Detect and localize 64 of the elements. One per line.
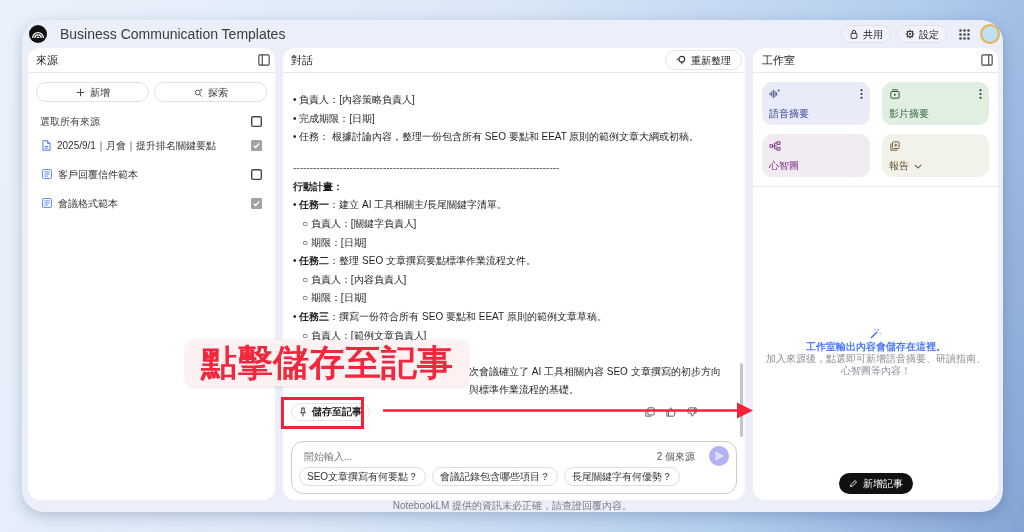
pin-icon [299,406,307,417]
tool-card[interactable]: 影片摘要 [881,82,989,125]
thumbs-down-icon[interactable] [687,406,697,417]
callout-label: 點擊儲存至記事 [186,340,468,386]
bullet-item: • 任務一：建立 AI 工具相關主/長尾關鍵字清單。 [293,198,508,213]
audio-wave-icon [769,89,781,99]
panel-title: 來源 [36,52,58,68]
send-icon [714,451,724,461]
grid-icon[interactable] [959,28,970,40]
checkbox[interactable] [251,115,262,127]
source-count: 2 個來源 [656,449,695,464]
sub-bullet-item: ○ 期限：[日期] [302,235,367,250]
empty-state-title: 工作室輸出內容會儲存在這裡。 [805,341,946,353]
tool-card[interactable]: 心智圖 [762,134,870,177]
sidebar-toggle-icon[interactable] [981,54,993,66]
gear-icon [905,29,915,39]
more-icon[interactable] [859,89,863,99]
ring-icon [676,55,686,65]
plus-icon [75,87,85,97]
source-title[interactable]: 2025/9/1｜月會｜提升排名關鍵要點 [57,137,216,153]
chevron-down-icon[interactable] [913,163,922,169]
notebook-title: Business Communication Templates [60,24,286,44]
bullet-item: • 負責人：[內容策略負責人] [293,93,415,107]
disclaimer-text: NotebookLM 提供的資訊未必正確，請查證回覆內容。 [392,500,633,512]
empty-state-hint: 加入來源後，點選即可新增語音摘要、研讀指南、心智圖等內容！ [764,353,987,377]
pencil-icon [848,479,858,488]
lock-icon [849,29,859,39]
bullet-item: • 任務： 根據討論內容，整理一份包含所有 SEO 要點和 EEAT 原則的範例文章大綱或初稿。 [293,130,700,145]
thumbs-up-icon[interactable] [666,406,676,417]
panel-title: 工作室 [762,52,795,68]
section-heading: 行動計畫： [293,179,343,194]
checkbox[interactable] [251,197,262,209]
paragraph-text: 次會議確立了 AI 工具相關內容 SEO 文章撰寫的初步方向與標準作業流程的基礎。 [469,364,722,398]
bullet-item: • 任務二：整理 SEO 文章撰寫要點標準作業流程文件。 [293,254,536,269]
checkbox[interactable] [251,168,262,180]
more-icon[interactable] [979,89,982,99]
source-title[interactable]: 客戶回覆信件範本 [58,166,138,182]
video-icon [888,89,901,99]
source-title[interactable]: 會議格式範本 [58,195,118,211]
text-lines-icon [42,198,52,208]
select-all-label[interactable]: 選取所有來源 [40,113,100,129]
bullet-item: • 完成期限：[日期] [293,111,375,126]
message-input[interactable]: 開始輸入... [299,448,657,464]
settings-button[interactable]: 設定 [897,25,947,43]
sub-bullet-item: ○ 負責人：[內容負責人] [302,272,407,287]
tool-card[interactable]: 語音摘要 [762,82,870,125]
tool-card[interactable]: 報告 [881,134,989,177]
search-sparkle-icon [193,87,203,97]
panel-title: 對話 [291,52,313,68]
dashed-rule-text: -------------------------------------------------------------------------------- [293,161,560,176]
sub-bullet-item: ○ 負責人：[關鍵字負責人] [302,216,417,231]
magic-wand-icon [870,328,881,339]
share-button[interactable]: 共用 [841,25,891,43]
sidebar-toggle-icon[interactable] [258,54,270,66]
logo-icon [29,25,47,43]
add-note-button[interactable]: 新增記事 [838,473,913,494]
checkbox[interactable] [251,139,262,151]
text-lines-icon [42,169,52,179]
sub-bullet-item: ○ 期限：[日期] [302,291,367,306]
node-tree-icon [769,141,781,151]
copy-icon[interactable] [645,406,655,417]
file-icon [42,139,51,151]
document-stack-icon [888,141,901,151]
bullet-item: • 任務三：撰寫一份符合所有 SEO 要點和 EEAT 原則的範例文章草稿。 [293,309,607,324]
